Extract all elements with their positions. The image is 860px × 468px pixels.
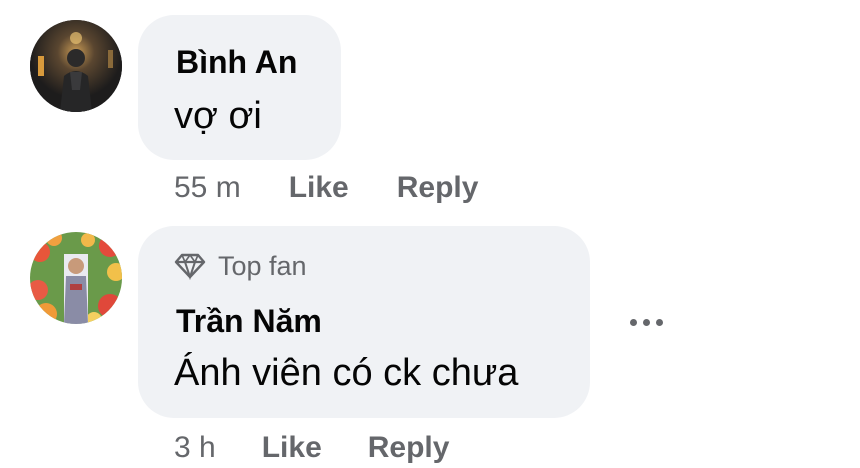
comment-actions: 3 h Like Reply bbox=[174, 428, 449, 468]
badge-label: Top fan bbox=[218, 250, 307, 281]
diamond-icon bbox=[174, 253, 206, 280]
more-options-icon[interactable] bbox=[622, 308, 670, 336]
comment-timestamp[interactable]: 55 m bbox=[174, 171, 241, 205]
comment-bubble: Top fan Trần Năm Ánh viên có ck chưa bbox=[138, 226, 590, 418]
comment: Top fan Trần Năm Ánh viên có ck chưa 3 h… bbox=[0, 220, 860, 468]
avatar[interactable] bbox=[30, 232, 122, 324]
reply-button[interactable]: Reply bbox=[368, 431, 450, 465]
comments-section: Bình An vợ ơi 55 m Like Reply Top fan Tr… bbox=[0, 0, 860, 468]
user-avatar-dark-photo-icon bbox=[30, 20, 122, 112]
top-fan-badge[interactable]: Top fan bbox=[174, 246, 307, 286]
comment-timestamp[interactable]: 3 h bbox=[174, 431, 216, 465]
like-button[interactable]: Like bbox=[289, 171, 349, 205]
comment: Bình An vợ ơi 55 m Like Reply bbox=[0, 0, 860, 220]
like-button[interactable]: Like bbox=[262, 431, 322, 465]
comment-bubble: Bình An vợ ơi bbox=[138, 15, 341, 160]
comment-actions: 55 m Like Reply bbox=[174, 168, 478, 208]
comment-author[interactable]: Bình An bbox=[176, 43, 297, 81]
comment-text: vợ ơi bbox=[174, 95, 262, 137]
comment-author[interactable]: Trần Năm bbox=[176, 302, 322, 340]
user-avatar-flowers-photo-icon bbox=[30, 232, 122, 324]
comment-text: Ánh viên có ck chưa bbox=[174, 352, 519, 394]
avatar[interactable] bbox=[30, 20, 122, 112]
reply-button[interactable]: Reply bbox=[397, 171, 479, 205]
